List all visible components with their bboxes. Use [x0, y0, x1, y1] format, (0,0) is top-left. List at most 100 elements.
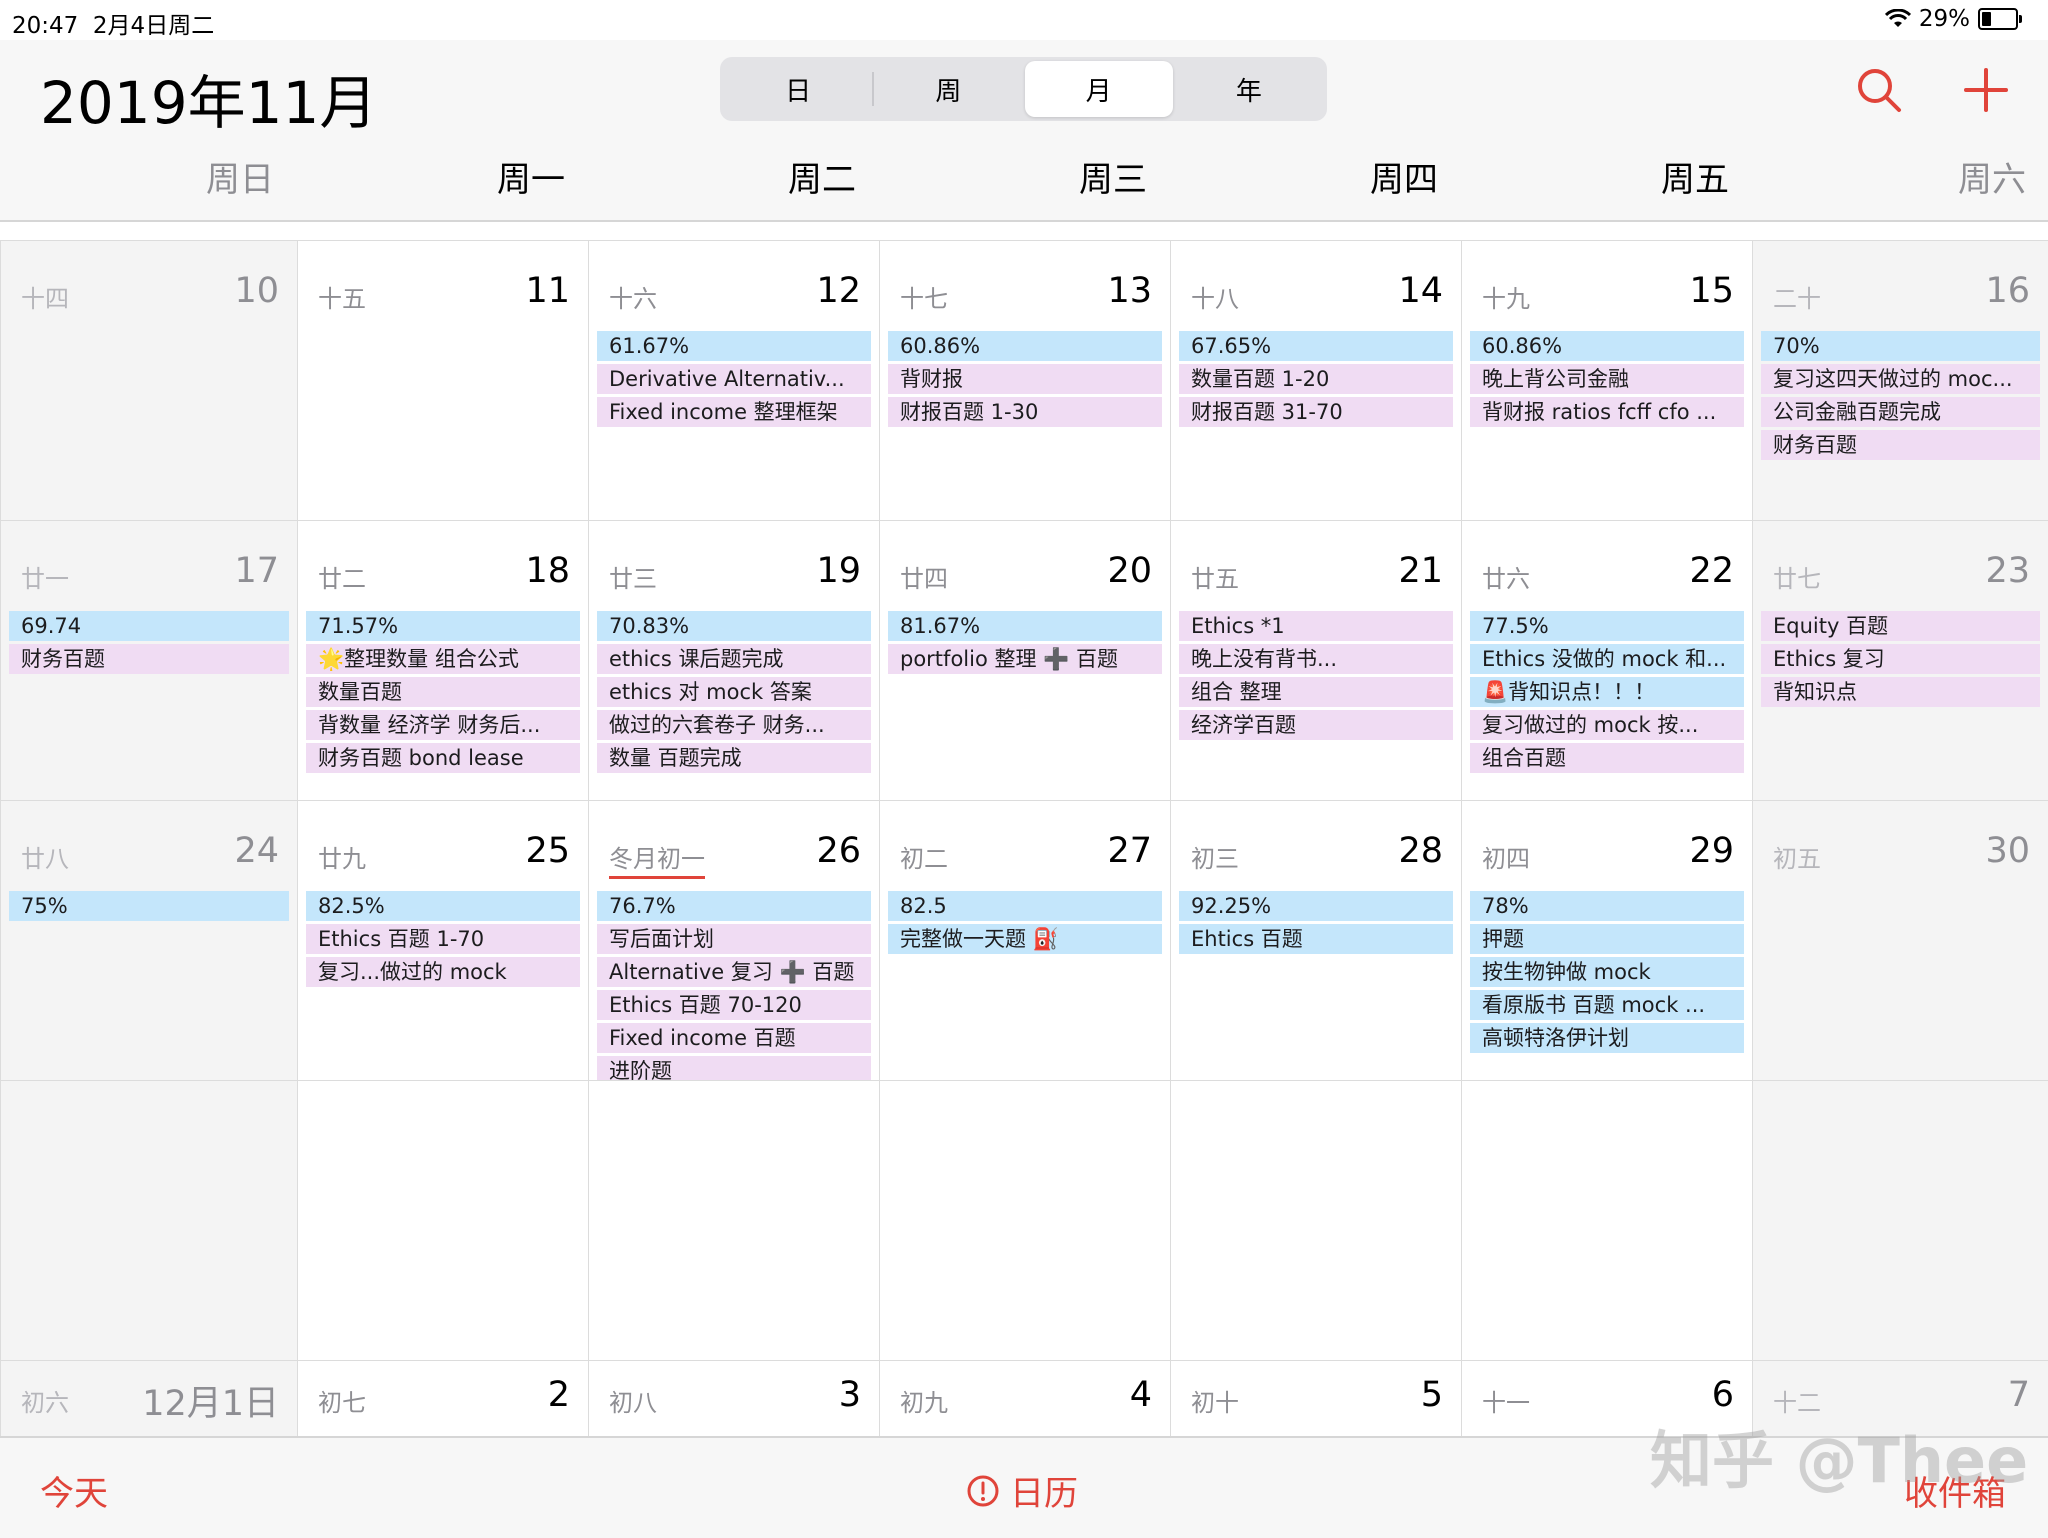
segment-week[interactable]: 周 — [874, 61, 1022, 117]
day-cell[interactable]: 十六 12 61.67% Derivative Alternativ... Fixed … — [588, 241, 879, 521]
segment-month[interactable]: 月 — [1024, 61, 1173, 117]
day-cell[interactable]: 初五 30 — [1752, 801, 2048, 1081]
calendar-event[interactable]: 71.57% — [306, 611, 580, 641]
day-cell[interactable]: 廿三 19 70.83% ethics 课后题完成 ethics 对 mock 答案 做过… — [588, 521, 879, 801]
calendar-event[interactable]: 🌟整理数量 组合公式 — [306, 644, 580, 674]
day-cell[interactable] — [1170, 1081, 1461, 1361]
calendar-event[interactable]: 数量百题 — [306, 677, 580, 707]
day-cell[interactable]: 初十 5 — [1170, 1361, 1461, 1437]
day-cell[interactable]: 十五 11 — [297, 241, 588, 521]
day-cell[interactable]: 廿八 24 75% — [0, 801, 297, 1081]
search-icon[interactable] — [1855, 66, 1903, 114]
calendar-event[interactable]: 75% — [9, 891, 289, 921]
day-cell[interactable]: 初四 29 78% 押题 按生物钟做 mock 看原版书 百题 mock ... 高顿特洛伊… — [1461, 801, 1752, 1081]
day-cell[interactable] — [1752, 1081, 2048, 1361]
calendar-event[interactable]: 经济学百题 — [1179, 710, 1453, 740]
calendar-event[interactable]: Ethics 没做的 mock 和... — [1470, 644, 1744, 674]
segment-day[interactable]: 日 — [724, 61, 872, 117]
day-cell[interactable]: 初三 28 92.25% Ehtics 百题 — [1170, 801, 1461, 1081]
calendar-event[interactable]: 数量百题 1-20 — [1179, 364, 1453, 394]
day-cell[interactable]: 十四 10 — [0, 241, 297, 521]
day-cell[interactable]: 二十 16 70% 复习这四天做过的 moc... 公司金融百题完成 财务百题 — [1752, 241, 2048, 521]
day-cell[interactable]: 廿七 23 Equity 百题 Ethics 复习 背知识点 — [1752, 521, 2048, 801]
day-cell[interactable]: 廿四 20 81.67% portfolio 整理 ➕ 百题 — [879, 521, 1170, 801]
calendar-event[interactable]: 92.25% — [1179, 891, 1453, 921]
calendar-event[interactable]: 数量 百题完成 — [597, 743, 871, 773]
calendar-event[interactable]: 60.86% — [1470, 331, 1744, 361]
day-cell[interactable]: 廿二 18 71.57% 🌟整理数量 组合公式 数量百题 背数量 经济学 财务后... 财务… — [297, 521, 588, 801]
calendar-event[interactable]: 组合 整理 — [1179, 677, 1453, 707]
calendar-event[interactable]: 61.67% — [597, 331, 871, 361]
day-cell[interactable]: 十九 15 60.86% 晚上背公司金融 背财报 ratios fcff cfo ... — [1461, 241, 1752, 521]
calendar-event[interactable]: 按生物钟做 mock — [1470, 957, 1744, 987]
day-cell[interactable]: 初二 27 82.5 完整做一天题 ⛽ — [879, 801, 1170, 1081]
calendar-event[interactable]: portfolio 整理 ➕ 百题 — [888, 644, 1162, 674]
calendar-event[interactable]: Derivative Alternativ... — [597, 364, 871, 394]
calendar-event[interactable]: 背知识点 — [1761, 677, 2040, 707]
calendar-event[interactable]: 财务百题 — [9, 644, 289, 674]
calendar-event[interactable]: 晚上背公司金融 — [1470, 364, 1744, 394]
calendar-event[interactable]: 晚上没有背书... — [1179, 644, 1453, 674]
calendar-event[interactable]: 复习...做过的 mock — [306, 957, 580, 987]
calendar-event[interactable]: 82.5% — [306, 891, 580, 921]
calendar-event[interactable]: 押题 — [1470, 924, 1744, 954]
calendar-event[interactable]: 70.83% — [597, 611, 871, 641]
calendar-event[interactable]: 财报百题 31-70 — [1179, 397, 1453, 427]
calendar-event[interactable]: 67.65% — [1179, 331, 1453, 361]
calendar-event[interactable]: 写后面计划 — [597, 924, 871, 954]
calendar-event[interactable]: Ethics 复习 — [1761, 644, 2040, 674]
day-cell[interactable] — [879, 1081, 1170, 1361]
calendar-event[interactable]: 🚨背知识点！！！ — [1470, 677, 1744, 707]
calendar-event[interactable]: Ethics 百题 1-70 — [306, 924, 580, 954]
calendar-event[interactable]: 背财报 ratios fcff cfo ... — [1470, 397, 1744, 427]
calendar-event[interactable]: 背数量 经济学 财务后... — [306, 710, 580, 740]
day-cell[interactable] — [0, 1081, 297, 1361]
day-cell[interactable]: 初六 12月1日 — [0, 1361, 297, 1437]
day-cell[interactable]: 十七 13 60.86% 背财报 财报百题 1-30 — [879, 241, 1170, 521]
calendar-event[interactable]: 复习做过的 mock 按... — [1470, 710, 1744, 740]
calendar-event[interactable]: ethics 对 mock 答案 — [597, 677, 871, 707]
day-cell[interactable]: 廿九 25 82.5% Ethics 百题 1-70 复习...做过的 mock — [297, 801, 588, 1081]
day-cell[interactable]: 廿一 17 69.74 财务百题 — [0, 521, 297, 801]
calendar-event[interactable]: 69.74 — [9, 611, 289, 641]
day-cell[interactable]: 十八 14 67.65% 数量百题 1-20 财报百题 31-70 — [1170, 241, 1461, 521]
day-cell[interactable] — [1461, 1081, 1752, 1361]
calendar-event[interactable]: 组合百题 — [1470, 743, 1744, 773]
calendar-event[interactable]: ethics 课后题完成 — [597, 644, 871, 674]
day-cell[interactable]: 廿六 22 77.5% Ethics 没做的 mock 和... 🚨背知识点！！！ 复习做… — [1461, 521, 1752, 801]
calendar-event[interactable]: 财务百题 — [1761, 430, 2040, 460]
today-button[interactable]: 今天 — [40, 1466, 108, 1515]
day-cell[interactable]: 初七 2 — [297, 1361, 588, 1437]
day-cell[interactable] — [297, 1081, 588, 1361]
calendars-button[interactable]: 日历 — [966, 1466, 1078, 1515]
calendar-event[interactable]: 82.5 — [888, 891, 1162, 921]
calendar-event[interactable]: 公司金融百题完成 — [1761, 397, 2040, 427]
calendar-event[interactable]: Fixed income 整理框架 — [597, 397, 871, 427]
calendar-event[interactable]: 完整做一天题 ⛽ — [888, 924, 1162, 954]
calendar-event[interactable]: Equity 百题 — [1761, 611, 2040, 641]
calendar-event[interactable]: 60.86% — [888, 331, 1162, 361]
calendar-event[interactable]: 做过的六套卷子 财务... — [597, 710, 871, 740]
calendar-event[interactable]: Fixed income 百题 — [597, 1023, 871, 1053]
day-cell[interactable]: 初九 4 — [879, 1361, 1170, 1437]
calendar-event[interactable]: Ehtics 百题 — [1179, 924, 1453, 954]
day-cell[interactable] — [588, 1081, 879, 1361]
segment-year[interactable]: 年 — [1175, 61, 1323, 117]
day-cell[interactable]: 冬月初一 26 76.7% 写后面计划 Alternative 复习 ➕ 百题 Ethic… — [588, 801, 879, 1081]
calendar-event[interactable]: Alternative 复习 ➕ 百题 — [597, 957, 871, 987]
calendar-event[interactable]: 财报百题 1-30 — [888, 397, 1162, 427]
calendar-event[interactable]: 78% — [1470, 891, 1744, 921]
calendar-event[interactable]: 高顿特洛伊计划 — [1470, 1023, 1744, 1053]
calendar-event[interactable]: Ethics *1 — [1179, 611, 1453, 641]
add-event-icon[interactable] — [1962, 66, 2010, 114]
calendar-event[interactable]: 看原版书 百题 mock ... — [1470, 990, 1744, 1020]
calendar-event[interactable]: 背财报 — [888, 364, 1162, 394]
day-cell[interactable]: 初八 3 — [588, 1361, 879, 1437]
calendar-event[interactable]: 77.5% — [1470, 611, 1744, 641]
calendar-event[interactable]: Ethics 百题 70-120 — [597, 990, 871, 1020]
day-cell[interactable]: 廿五 21 Ethics *1 晚上没有背书... 组合 整理 经济学百题 — [1170, 521, 1461, 801]
calendar-event[interactable]: 76.7% — [597, 891, 871, 921]
calendar-event[interactable]: 复习这四天做过的 moc... — [1761, 364, 2040, 394]
calendar-event[interactable]: 70% — [1761, 331, 2040, 361]
calendar-event[interactable]: 进阶题 — [597, 1056, 871, 1081]
